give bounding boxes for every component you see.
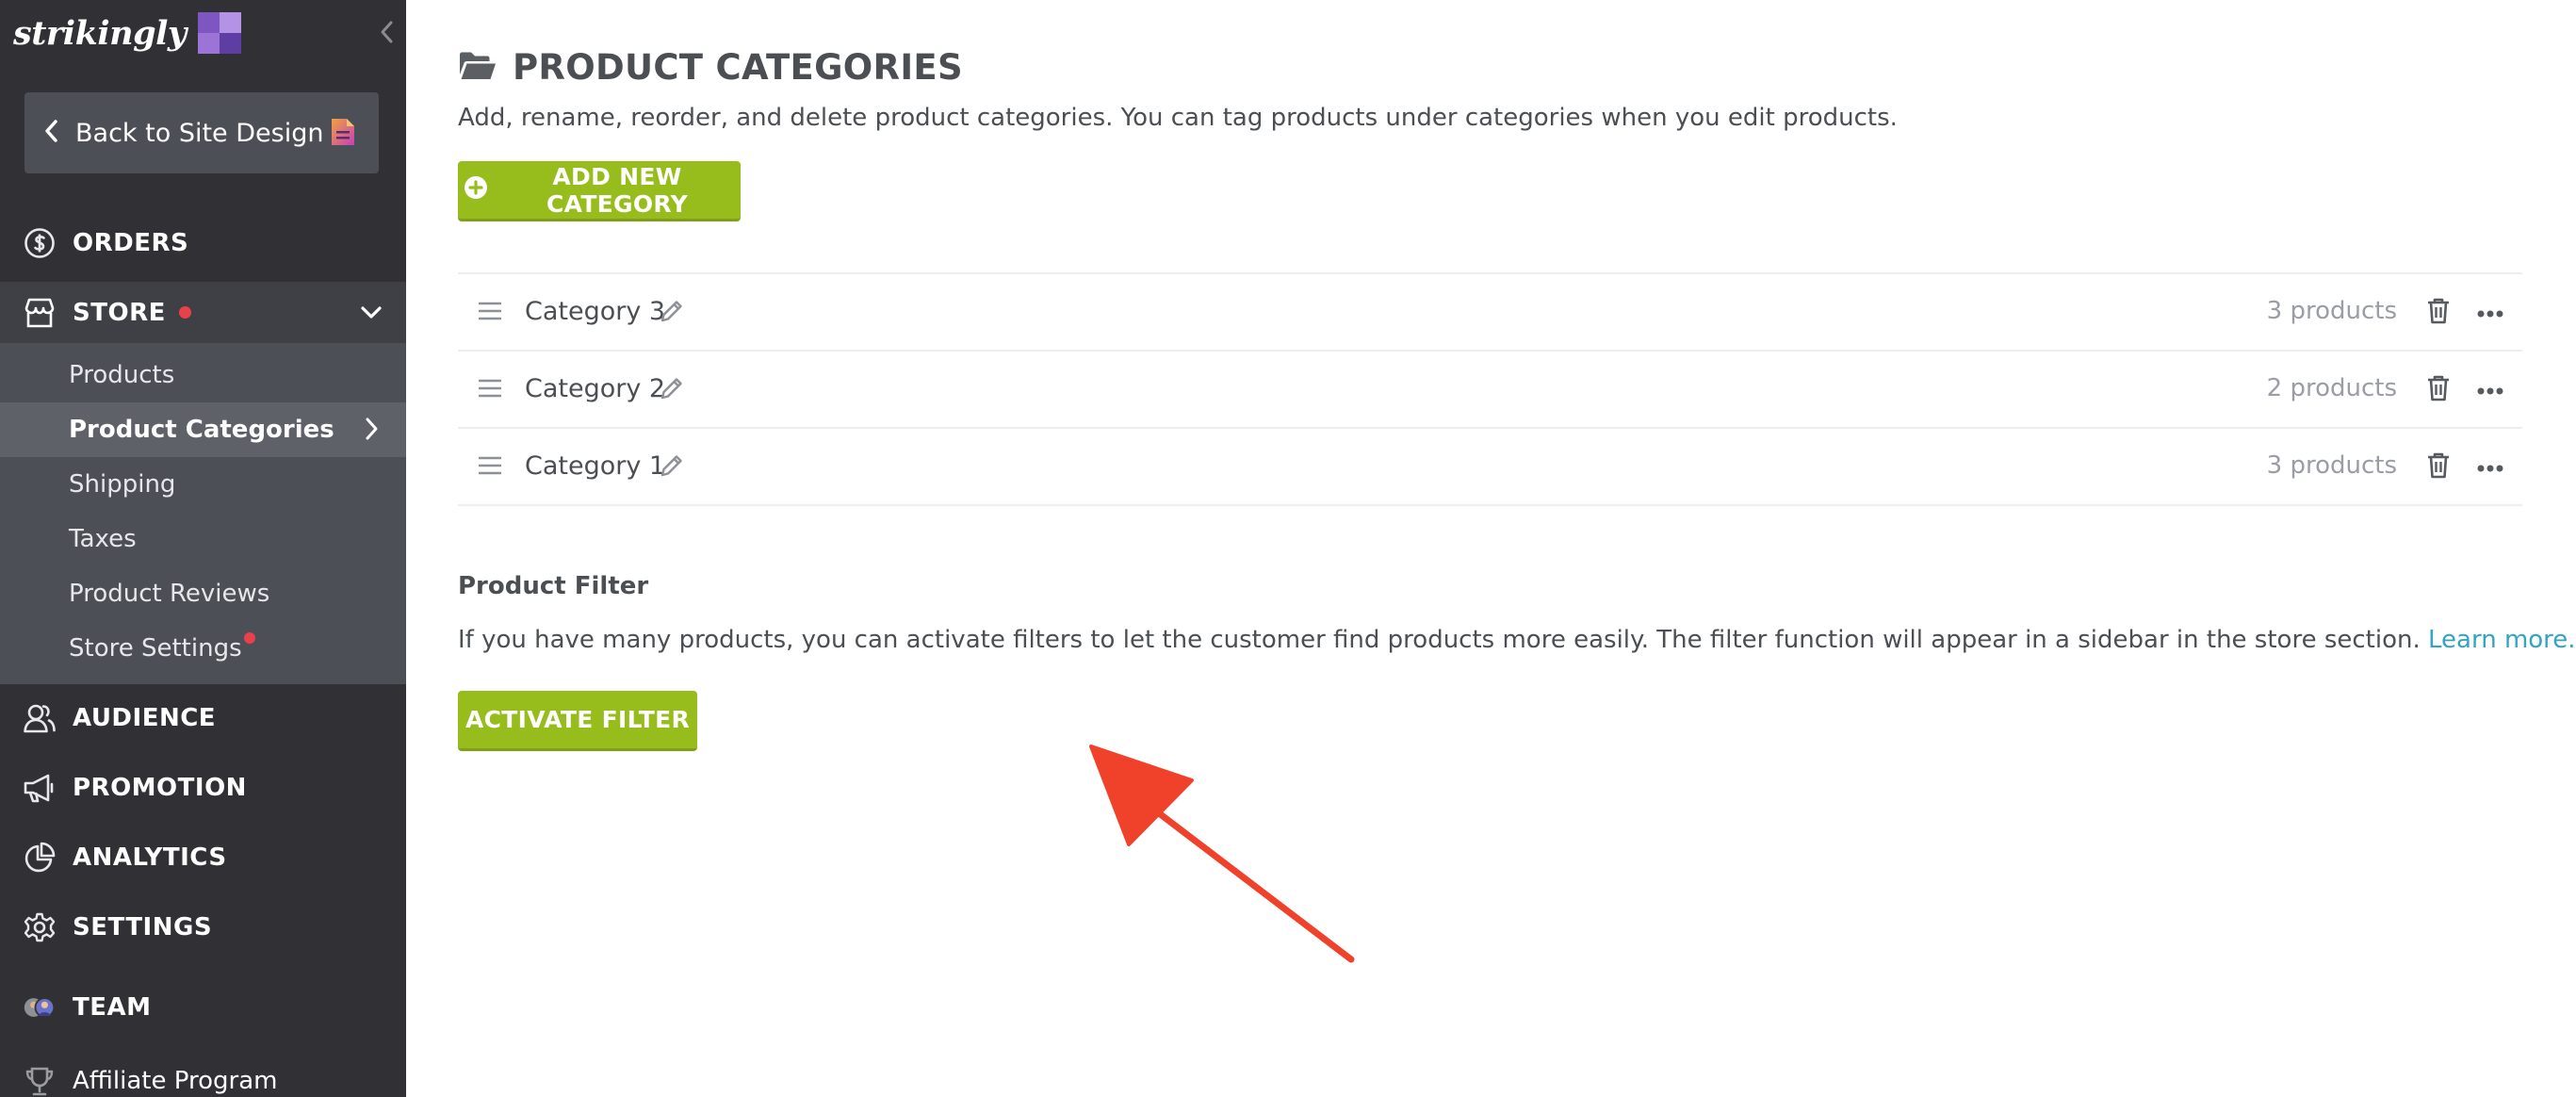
folder-open-icon <box>458 50 497 86</box>
category-product-count: 3 products <box>2266 297 2397 325</box>
sidebar-item-affiliate-program[interactable]: Affiliate Program <box>0 1051 406 1097</box>
page-title-text: PRODUCT CATEGORIES <box>513 47 963 88</box>
learn-more-link[interactable]: Learn more. <box>2428 626 2576 654</box>
trophy-icon <box>23 1064 57 1097</box>
edit-pencil-icon[interactable] <box>659 375 685 405</box>
audience-label: AUDIENCE <box>73 704 217 732</box>
category-name: Category 3 <box>525 297 666 326</box>
category-product-count: 3 products <box>2266 451 2397 480</box>
products-label: Products <box>69 361 175 389</box>
product-filter-description: If you have many products, you can activ… <box>458 626 2576 654</box>
sidebar-item-settings[interactable]: SETTINGS <box>0 897 406 958</box>
drag-handle-icon[interactable] <box>478 301 502 325</box>
sidebar-item-taxes[interactable]: Taxes <box>0 512 406 566</box>
category-row: Category 2 2 products <box>458 350 2522 427</box>
dollar-circle-icon <box>23 226 57 260</box>
orders-label: ORDERS <box>73 229 189 257</box>
chevron-right-icon <box>363 416 380 449</box>
sidebar-item-store[interactable]: STORE <box>0 282 406 343</box>
back-to-site-design-button[interactable]: Back to Site Design <box>24 92 379 173</box>
category-product-count: 2 products <box>2266 374 2397 402</box>
gear-icon <box>23 910 57 944</box>
sidebar-item-team[interactable]: TEAM <box>0 977 406 1038</box>
add-new-category-label: ADD NEW CATEGORY <box>546 162 689 218</box>
edit-pencil-icon[interactable] <box>659 452 685 483</box>
sidebar-item-store-settings[interactable]: Store Settings <box>0 621 406 676</box>
main-content: PRODUCT CATEGORIES Add, rename, reorder,… <box>406 0 2576 1097</box>
store-settings-alert-dot <box>244 632 255 644</box>
category-row: Category 1 3 products <box>458 427 2522 506</box>
sidebar-item-product-reviews[interactable]: Product Reviews <box>0 566 406 621</box>
sidebar-item-audience[interactable]: AUDIENCE <box>0 688 406 748</box>
drag-handle-icon[interactable] <box>478 455 502 480</box>
store-alert-dot <box>178 306 191 319</box>
plus-circle-icon <box>464 175 488 205</box>
trash-icon[interactable] <box>2426 451 2451 483</box>
site-page-icon <box>330 117 356 151</box>
activate-filter-button[interactable]: ACTIVATE FILTER <box>458 691 697 751</box>
drag-handle-icon[interactable] <box>478 378 502 402</box>
affiliate-program-label: Affiliate Program <box>73 1067 278 1095</box>
trash-icon[interactable] <box>2426 297 2451 329</box>
collapse-sidebar-icon[interactable] <box>375 17 399 47</box>
product-categories-label: Product Categories <box>69 416 334 444</box>
pie-chart-icon <box>23 841 57 875</box>
storefront-icon <box>23 296 57 330</box>
team-avatars-icon <box>23 991 57 1024</box>
sidebar-item-analytics[interactable]: ANALYTICS <box>0 827 406 888</box>
sidebar-item-shipping[interactable]: Shipping <box>0 457 406 512</box>
more-options-icon[interactable] <box>2477 304 2503 322</box>
store-submenu: Products Product Categories Shipping Tax… <box>0 343 406 684</box>
edit-pencil-icon[interactable] <box>659 298 685 328</box>
product-filter-heading: Product Filter <box>458 572 649 600</box>
shipping-label: Shipping <box>69 470 176 499</box>
store-label: STORE <box>73 298 166 327</box>
category-name: Category 1 <box>525 451 666 481</box>
promotion-label: PROMOTION <box>73 774 247 802</box>
sidebar-item-orders[interactable]: ORDERS <box>0 213 406 273</box>
page-title: PRODUCT CATEGORIES <box>458 47 963 88</box>
team-label: TEAM <box>73 993 152 1022</box>
add-new-category-button[interactable]: ADD NEW CATEGORY <box>458 161 741 221</box>
analytics-label: ANALYTICS <box>73 843 227 872</box>
settings-label: SETTINGS <box>73 913 213 941</box>
product-filter-description-text: If you have many products, you can activ… <box>458 626 2421 654</box>
chevron-left-icon <box>43 119 60 147</box>
brand-mark-icon <box>197 12 241 54</box>
category-row: Category 3 3 products <box>458 272 2522 350</box>
sidebar-item-products[interactable]: Products <box>0 348 406 402</box>
store-settings-label: Store Settings <box>69 634 242 663</box>
product-reviews-label: Product Reviews <box>69 580 270 608</box>
page-description: Add, rename, reorder, and delete product… <box>458 104 1898 132</box>
category-list: Category 3 3 products Category 2 2 produ… <box>458 272 2522 506</box>
trash-icon[interactable] <box>2426 374 2451 406</box>
brand-logo[interactable]: strikingly <box>13 9 241 57</box>
back-button-label: Back to Site Design <box>75 118 324 148</box>
category-name: Category 2 <box>525 374 666 403</box>
sidebar-item-promotion[interactable]: PROMOTION <box>0 758 406 818</box>
sidebar: strikingly Back to Site Design ORDERS ST… <box>0 0 406 1097</box>
annotation-arrow-icon <box>1084 726 1386 974</box>
megaphone-icon <box>23 771 57 805</box>
sidebar-item-product-categories[interactable]: Product Categories <box>0 402 406 457</box>
users-icon <box>23 701 57 735</box>
activate-filter-label: ACTIVATE FILTER <box>465 706 690 733</box>
more-options-icon[interactable] <box>2477 382 2503 400</box>
more-options-icon[interactable] <box>2477 459 2503 477</box>
brand-wordmark: strikingly <box>13 13 187 53</box>
chevron-down-icon[interactable] <box>359 300 383 328</box>
taxes-label: Taxes <box>69 525 137 553</box>
